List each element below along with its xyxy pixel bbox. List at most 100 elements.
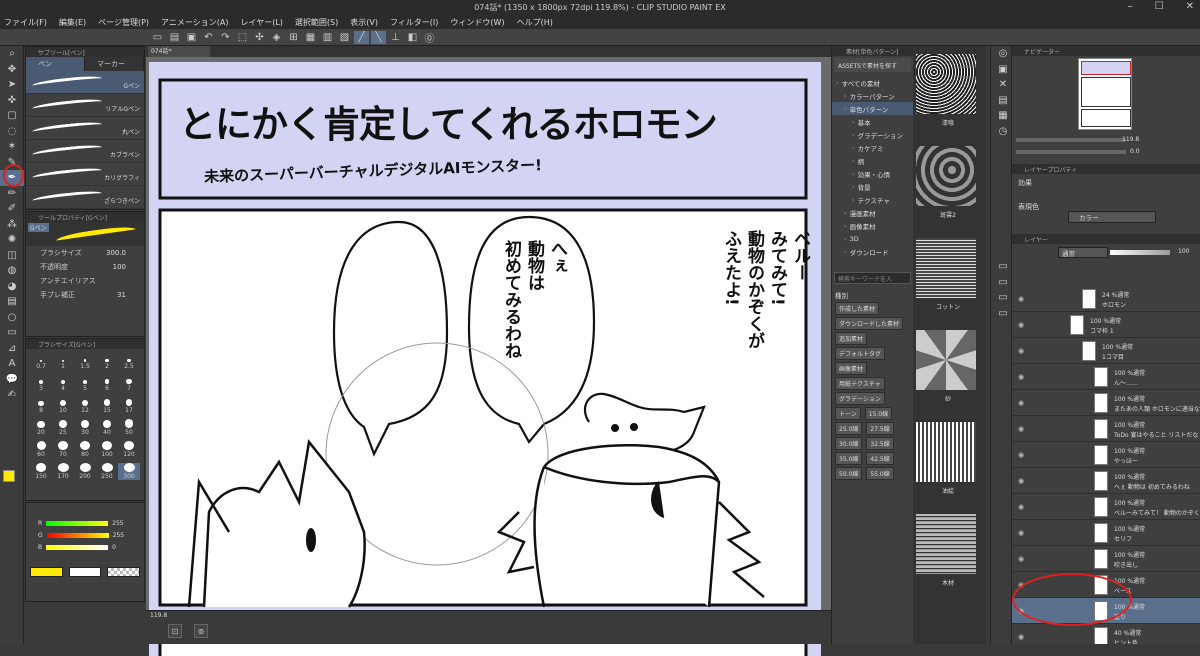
tool-property-row[interactable]: ブラシサイズ 300.0 xyxy=(26,246,144,260)
property-value[interactable]: 31 xyxy=(117,291,126,299)
material-tag[interactable]: 50.0線 xyxy=(835,467,863,480)
layer-row[interactable]: ◉ 100 %通常 ToDo 宴はやること リストだな xyxy=(1012,416,1200,442)
visibility-icon[interactable]: ◉ xyxy=(1018,321,1024,329)
snap-grid-icon[interactable]: ⊥ xyxy=(388,31,403,44)
color-g-slider[interactable] xyxy=(46,532,109,538)
brush-size-option[interactable]: 40 xyxy=(96,419,118,436)
brush-size-option[interactable]: 30 xyxy=(74,419,96,436)
material-tree-item[interactable]: › 3D xyxy=(832,232,913,245)
open-icon[interactable]: ▤ xyxy=(167,31,182,44)
transform-icon[interactable]: ⊞ xyxy=(286,31,301,44)
layer-row[interactable]: ◉ 100 %通常 1コマ目 xyxy=(1012,338,1200,364)
visibility-icon[interactable]: ◉ xyxy=(1018,295,1024,303)
help-icon[interactable]: ⓪ xyxy=(422,31,437,45)
brush-size-option[interactable]: 3 xyxy=(30,375,52,392)
correct-line-icon[interactable]: ✍ xyxy=(0,387,24,403)
brush-size-option[interactable]: 200 xyxy=(74,463,96,480)
ruler-icon[interactable]: ▥ xyxy=(320,31,335,44)
maximize-icon[interactable]: ☐ xyxy=(1155,1,1164,12)
brush-size-option[interactable]: 300 xyxy=(118,463,140,480)
gradient-icon[interactable]: ▤ xyxy=(0,294,24,310)
eraser-icon[interactable]: ◫ xyxy=(0,248,24,264)
brush-size-option[interactable]: 0.7 xyxy=(30,353,52,370)
material-tree-item[interactable]: › 単色パターン xyxy=(832,102,913,115)
material-tree-item[interactable]: › 画像素材 xyxy=(832,219,913,232)
color-r-value[interactable]: 255 xyxy=(112,520,123,527)
material-tag[interactable]: 30.0線 xyxy=(835,437,863,450)
material-tag[interactable]: 32.5線 xyxy=(866,437,894,450)
brush-size-option[interactable]: 15 xyxy=(96,397,118,414)
material-tag[interactable]: トーン xyxy=(835,407,861,420)
tool-property-row[interactable]: 不透明度 100 xyxy=(26,260,144,274)
menu-item-0[interactable]: ファイル(F) xyxy=(4,17,47,28)
zoom-tool-icon[interactable]: ⌕ xyxy=(0,46,24,62)
visibility-icon[interactable]: ◉ xyxy=(1018,529,1024,537)
opacity-slider[interactable] xyxy=(1110,250,1170,255)
balloon-icon[interactable]: 💬 xyxy=(0,372,24,388)
navigator-zoom[interactable]: 119.8 xyxy=(1122,136,1139,143)
close-icon[interactable]: ✕ xyxy=(1186,1,1194,12)
menu-item-7[interactable]: フィルター(I) xyxy=(390,17,438,28)
main-color-swatch[interactable] xyxy=(3,470,15,482)
material-tag[interactable]: 35.0線 xyxy=(835,452,863,465)
blend-icon[interactable]: ◍ xyxy=(0,263,24,279)
snap-ruler-icon[interactable]: ╱ xyxy=(354,30,369,44)
brush-size-option[interactable]: 250 xyxy=(96,463,118,480)
texture-thumb[interactable] xyxy=(916,330,976,390)
visibility-icon[interactable]: ◉ xyxy=(1018,399,1024,407)
manga-page[interactable]: とにかく肯定してくれるホロモン 未来のスーパーバーチャルデジタルAIモンスター!… xyxy=(149,62,821,656)
brush-size-option[interactable]: 2 xyxy=(96,353,118,370)
fill-tool-icon[interactable]: ◕ xyxy=(0,279,24,295)
brush-size-option[interactable]: 6 xyxy=(96,375,118,392)
layer-move-icon[interactable]: ✜ xyxy=(0,93,24,109)
material-tag[interactable]: 25.0線 xyxy=(835,422,863,435)
color-b-value[interactable]: 0 xyxy=(112,544,116,551)
color-r-slider[interactable] xyxy=(46,520,109,526)
menu-item-2[interactable]: ページ管理(P) xyxy=(98,17,149,28)
move-tool-icon[interactable]: ✥ xyxy=(0,62,24,78)
menu-item-1[interactable]: 編集(E) xyxy=(59,17,86,28)
layer-row[interactable]: ◉ 24 %通常 ホロモン xyxy=(1012,286,1200,312)
frame-icon[interactable]: ▭ xyxy=(0,325,24,341)
zoom-readout[interactable]: 119.8 xyxy=(150,612,167,619)
redo-icon[interactable]: ↷ xyxy=(218,31,233,44)
pencil-tool-icon[interactable]: ✏ xyxy=(0,186,24,202)
brush-tool-icon[interactable]: ✐ xyxy=(0,201,24,217)
brush-size-option[interactable]: 7 xyxy=(118,375,140,392)
brush-item[interactable]: カリグラフィ xyxy=(26,163,144,186)
figure-icon[interactable]: ○ xyxy=(0,310,24,326)
material-tree-item[interactable]: › すべての素材 xyxy=(832,76,913,89)
tab-pen[interactable]: ペン xyxy=(26,57,85,71)
material-tag[interactable]: 作成した素材 xyxy=(835,302,880,315)
clear-icon[interactable]: ✣ xyxy=(252,31,267,44)
material-tag[interactable]: デフォルトタグ xyxy=(835,347,886,360)
navigator-preview[interactable] xyxy=(1078,58,1132,130)
brush-size-option[interactable]: 2.5 xyxy=(118,353,140,370)
operation-tool-icon[interactable]: ➤ xyxy=(0,77,24,93)
lasso-icon[interactable]: ◌ xyxy=(0,124,24,140)
sub-color-chip[interactable] xyxy=(68,567,102,577)
material-tag[interactable]: 追加素材 xyxy=(835,332,868,345)
color-mode-select[interactable]: カラー xyxy=(1068,211,1156,223)
texture-thumb[interactable] xyxy=(916,422,976,482)
main-color-chip[interactable] xyxy=(30,567,63,577)
texture-thumb[interactable] xyxy=(916,54,976,114)
layer-row[interactable]: ◉ 100 %通常 やっほー xyxy=(1012,442,1200,468)
visibility-icon[interactable]: ◉ xyxy=(1018,425,1024,433)
page-settings-icon[interactable]: ⊚ xyxy=(194,624,208,638)
brush-size-option[interactable]: 4 xyxy=(52,375,74,392)
text-tool-icon[interactable]: A xyxy=(0,356,24,372)
layer-row[interactable]: ◉ 100 %通常 コマ枠 1 xyxy=(1012,312,1200,338)
texture-thumb[interactable] xyxy=(916,514,976,574)
texture-thumb[interactable] xyxy=(916,146,976,206)
opacity-value[interactable]: 100 xyxy=(1178,248,1189,255)
material-tree-item[interactable]: › 柄 xyxy=(832,154,913,167)
grid-icon[interactable]: ▦ xyxy=(303,31,318,44)
brush-size-option[interactable]: 17 xyxy=(118,397,140,414)
menu-item-3[interactable]: アニメーション(A) xyxy=(161,17,228,28)
brush-size-option[interactable]: 100 xyxy=(96,441,118,458)
material-tree-item[interactable]: › カケアミ xyxy=(832,141,913,154)
layer-row[interactable]: ◉ 100 %通常 ん～…… xyxy=(1012,364,1200,390)
material-tree-item[interactable]: › ダウンロード xyxy=(832,245,913,258)
navigator-angle[interactable]: 0.0 xyxy=(1130,148,1140,155)
